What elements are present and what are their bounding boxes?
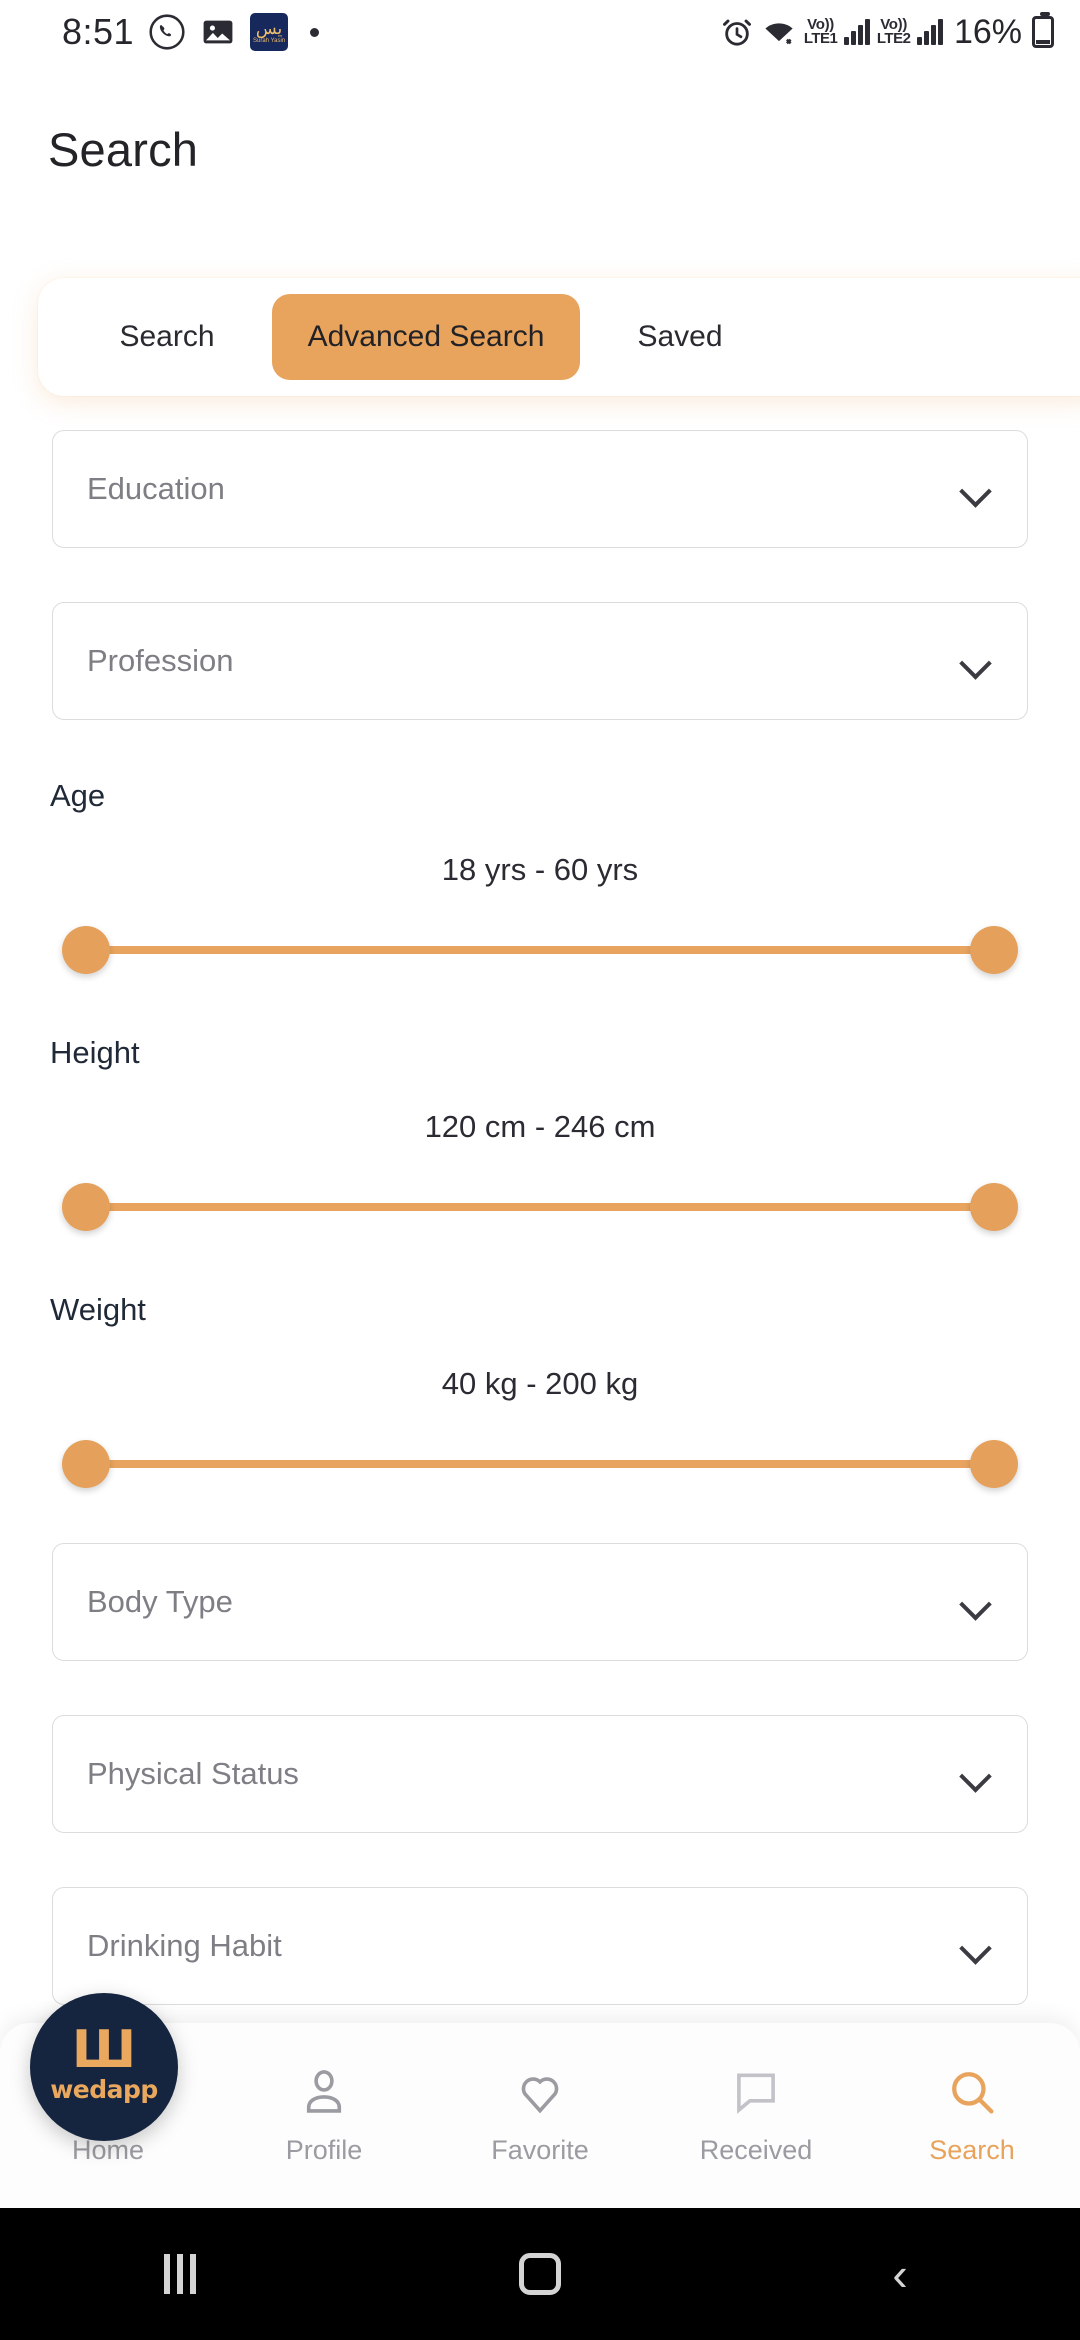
height-label: Height xyxy=(50,1035,140,1070)
status-bar: 8:51 يس Surah Yasin Vo)) LTE1 Vo)) LTE2 … xyxy=(0,0,1080,64)
education-dropdown[interactable]: Education xyxy=(52,430,1028,548)
height-slider-thumb-max[interactable] xyxy=(970,1183,1018,1231)
profession-dropdown[interactable]: Profession xyxy=(52,602,1028,720)
phone-screen: 8:51 يس Surah Yasin Vo)) LTE1 Vo)) LTE2 … xyxy=(0,0,1080,2340)
weight-slider-thumb-max[interactable] xyxy=(970,1440,1018,1488)
nav-label-profile: Profile xyxy=(285,2135,363,2165)
weight-value-text: 40 kg - 200 kg xyxy=(441,1366,639,1401)
nav-label-received: Received xyxy=(699,2135,813,2165)
age-value-text: 18 yrs - 60 yrs xyxy=(441,852,639,887)
recents-button[interactable] xyxy=(100,2208,260,2340)
weight-range-slider[interactable] xyxy=(62,1440,1018,1488)
surah-yasin-icon: يس Surah Yasin xyxy=(250,13,289,51)
age-label: Age xyxy=(50,778,106,813)
gallery-icon xyxy=(200,14,236,50)
physical-status-placeholder: Physical Status xyxy=(87,1756,299,1791)
search-icon xyxy=(945,2065,999,2119)
height-slider-thumb-min[interactable] xyxy=(62,1183,110,1231)
page-title: Search xyxy=(48,123,199,176)
weight-filter: Weight 40 kg - 200 kg xyxy=(0,1292,1080,1488)
tab-bar: Search Advanced Search Saved xyxy=(38,278,1080,396)
back-chevron-icon: ‹ xyxy=(892,2248,908,2300)
person-icon xyxy=(297,2065,351,2119)
height-range-slider[interactable] xyxy=(62,1183,1018,1231)
nav-item-received[interactable]: Received xyxy=(648,2065,864,2166)
body-type-placeholder: Body Type xyxy=(87,1584,233,1619)
physical-status-dropdown[interactable]: Physical Status xyxy=(52,1715,1028,1833)
slider-track xyxy=(88,1460,992,1468)
nav-item-favorite[interactable]: Favorite xyxy=(432,2065,648,2166)
status-bar-left: 8:51 يس Surah Yasin xyxy=(62,11,320,53)
slider-track xyxy=(88,946,992,954)
body-type-dropdown[interactable]: Body Type xyxy=(52,1543,1028,1661)
height-filter: Height 120 cm - 246 cm xyxy=(0,1035,1080,1231)
notification-dot-icon xyxy=(310,27,320,37)
chevron-down-icon xyxy=(959,644,993,678)
wedapp-mark-icon: Ш xyxy=(71,2019,137,2080)
recents-icon xyxy=(164,2254,196,2294)
home-square-icon xyxy=(519,2253,561,2295)
education-placeholder: Education xyxy=(87,471,225,506)
wedapp-brand-label: wedapp xyxy=(50,2075,158,2105)
height-value-text: 120 cm - 246 cm xyxy=(424,1109,656,1144)
wedapp-logo-fab[interactable]: Ш wedapp xyxy=(30,1993,178,2141)
wifi-icon xyxy=(761,15,797,49)
sim2-volte-indicator: Vo)) LTE2 xyxy=(876,15,911,47)
battery-percent: 16% xyxy=(953,12,1022,51)
status-clock: 8:51 xyxy=(62,11,135,52)
tab-search[interactable]: Search xyxy=(62,294,272,380)
profession-placeholder: Profession xyxy=(87,643,234,678)
weight-slider-thumb-min[interactable] xyxy=(62,1440,110,1488)
android-navigation-bar: ‹ xyxy=(0,2208,1080,2340)
chevron-down-icon xyxy=(959,1929,993,1963)
tab-advanced-search[interactable]: Advanced Search xyxy=(272,294,580,380)
nav-label-search: Search xyxy=(929,2135,1015,2165)
nav-item-search[interactable]: Search xyxy=(864,2065,1080,2166)
heart-icon xyxy=(513,2065,567,2119)
drinking-habit-dropdown[interactable]: Drinking Habit xyxy=(52,1887,1028,2005)
sim1-signal-icon xyxy=(844,19,870,45)
status-bar-right: Vo)) LTE1 Vo)) LTE2 16% xyxy=(720,12,1054,52)
chat-icon xyxy=(729,2065,783,2119)
drinking-habit-placeholder: Drinking Habit xyxy=(87,1928,282,1963)
age-filter: Age 18 yrs - 60 yrs xyxy=(0,778,1080,974)
whatsapp-icon xyxy=(148,13,186,51)
age-slider-thumb-max[interactable] xyxy=(970,926,1018,974)
age-slider-thumb-min[interactable] xyxy=(62,926,110,974)
slider-track xyxy=(88,1203,992,1211)
nav-label-favorite: Favorite xyxy=(491,2135,589,2165)
battery-icon xyxy=(1032,12,1054,48)
weight-label: Weight xyxy=(50,1292,146,1327)
home-button[interactable] xyxy=(460,2208,620,2340)
sim2-signal-icon xyxy=(917,19,943,45)
age-range-slider[interactable] xyxy=(62,926,1018,974)
sim1-volte-indicator: Vo)) LTE1 xyxy=(803,15,838,47)
tab-saved[interactable]: Saved xyxy=(580,294,780,380)
back-button[interactable]: ‹ xyxy=(820,2208,980,2340)
chevron-down-icon xyxy=(959,472,993,506)
nav-item-profile[interactable]: Profile xyxy=(216,2065,432,2166)
chevron-down-icon xyxy=(959,1585,993,1619)
chevron-down-icon xyxy=(959,1757,993,1791)
alarm-icon xyxy=(720,15,754,49)
